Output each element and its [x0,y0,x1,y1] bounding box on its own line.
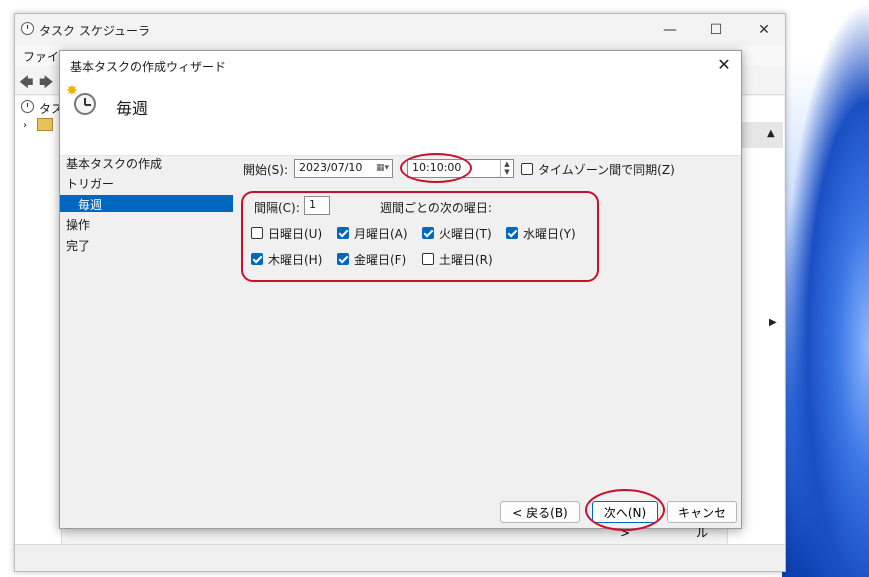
dialog-titlebar: 基本タスクの作成ウィザード ✕ [60,51,741,79]
basic-task-wizard-dialog: 基本タスクの作成ウィザード ✕ ✸ 毎週 基本タスクの作成 トリガー 毎週 操作… [59,50,742,540]
nav-step-trigger: トリガー [66,177,115,191]
back-button[interactable]: < 戻る(B) [500,501,580,523]
nav-step-weekly: 毎週 [60,195,233,212]
nav-step-action: 操作 [66,218,91,232]
label-tuesday: 火曜日(T) [439,227,492,241]
label-friday: 金曜日(F) [354,253,407,267]
calendar-dropdown-icon[interactable]: ▦▾ [376,160,389,176]
collapse-up-icon[interactable]: ▲ [767,128,775,139]
label-wednesday: 水曜日(Y) [523,227,576,241]
label-sunday: 日曜日(U) [268,227,323,241]
page-title: 毎週 [116,99,149,118]
task-scheduler-clock-icon [21,22,34,35]
next-button[interactable]: 次へ(N) > [592,501,658,540]
interval-input[interactable]: 1 [304,196,330,215]
interval-label: 間隔(C): [254,201,300,215]
checkbox-monday[interactable] [337,227,349,239]
start-label: 開始(S): [243,163,289,177]
minimize-icon[interactable]: — [655,20,685,40]
interval-value: 1 [309,198,316,211]
start-date-value: 2023/07/10 [299,161,363,174]
nav-step-create: 基本タスクの作成 [66,157,163,171]
main-statusbar [15,544,785,571]
label-thursday: 木曜日(H) [268,253,323,267]
main-window-title: タスク スケジューラ [39,24,150,38]
back-arrow-icon[interactable]: 🡄 [19,72,33,96]
forward-arrow-icon[interactable]: 🡆 [39,72,53,96]
wizard-step-nav: 基本タスクの作成 トリガー 毎週 操作 完了 [60,155,235,528]
sync-timezone-checkbox[interactable] [521,163,533,175]
clock-icon [74,93,96,115]
checkbox-friday[interactable] [337,253,349,265]
checkbox-wednesday[interactable] [506,227,518,239]
submenu-arrow-icon[interactable]: ▶ [769,317,777,328]
desktop-wallpaper [782,0,869,577]
sync-timezone-label: タイムゾーン間で同期(Z) [538,163,675,177]
weekday-caption: 週間ごとの次の曜日: [380,201,492,215]
nav-step-finish: 完了 [66,239,91,253]
task-wizard-icon: ✸ [66,83,98,117]
dialog-header: ✸ 毎週 [60,79,741,156]
checkbox-saturday[interactable] [422,253,434,265]
start-time-value: 10:10:00 [412,161,462,174]
label-saturday: 土曜日(R) [439,253,493,267]
start-time-field[interactable]: 10:10:00 ▲ ▼ [407,159,514,178]
tree-clock-icon [21,100,34,113]
tree-pane [15,96,62,556]
label-monday: 月曜日(A) [354,227,408,241]
checkbox-thursday[interactable] [251,253,263,265]
time-spinner-icon[interactable]: ▲ ▼ [500,160,513,177]
folder-icon [37,118,53,131]
checkbox-sunday[interactable] [251,227,263,239]
dialog-title: 基本タスクの作成ウィザード [70,60,227,74]
maximize-icon[interactable]: ☐ [701,20,731,40]
checkbox-tuesday[interactable] [422,227,434,239]
cancel-button[interactable]: キャンセル [667,501,737,540]
tree-expand-icon[interactable]: › [23,120,27,131]
nav-step-weekly-label: 毎週 [78,198,103,212]
start-date-picker[interactable]: 2023/07/10 ▦▾ [294,159,393,178]
main-titlebar: タスク スケジューラ — ☐ ✕ [15,14,785,46]
close-icon[interactable]: ✕ [749,20,779,40]
dialog-close-icon[interactable]: ✕ [713,55,735,75]
